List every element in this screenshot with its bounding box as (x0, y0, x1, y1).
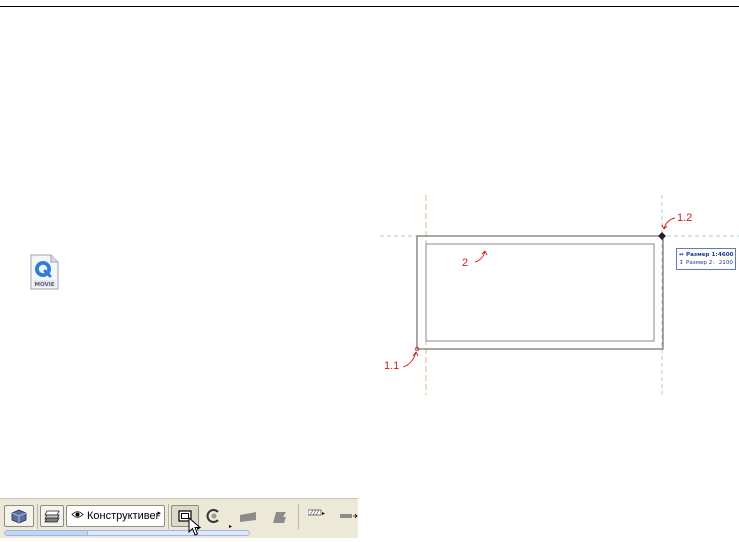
toolbar-scrollbar[interactable] (4, 530, 250, 536)
callout-label-1-1: 1.1 (384, 360, 400, 372)
quicktime-movie-icon[interactable]: MOVIE (28, 254, 60, 290)
layers-button[interactable] (40, 505, 64, 527)
layers-icon (44, 510, 60, 523)
callout-label-1-2: 1.2 (677, 212, 693, 224)
layer-combo[interactable]: Конструктивен... ▸ (66, 505, 165, 527)
horizontal-arrow-icon: ↔ (679, 252, 684, 258)
toolbar-separator (37, 504, 38, 529)
wall-corner-icon[interactable] (272, 512, 286, 523)
toolbar-separator (298, 504, 299, 529)
movie-file-caption: MOVIE (34, 282, 54, 288)
toolbar: Конструктивен... ▸ ▸ ▸ ▸ (0, 498, 358, 538)
scrollbar-thumb[interactable] (5, 531, 88, 535)
3d-box-icon (11, 509, 27, 524)
corner-point-1-2[interactable] (658, 232, 666, 240)
dimension-tracker: ↔ Размер 1: 4600 ↕ Размер 2: 2100 (676, 248, 736, 270)
line-type-icon[interactable] (340, 513, 358, 519)
dimension-1-value: 4600 (718, 252, 734, 258)
rotate-geometry-icon[interactable] (206, 508, 222, 524)
dropdown-arrow-icon: ▸ (322, 511, 326, 517)
layer-combo-label: Конструктивен... (87, 510, 160, 522)
wall-outer-rectangle[interactable] (416, 235, 664, 350)
wall-segment-icon[interactable] (240, 512, 256, 522)
triangle-right-icon: ▸ (157, 510, 161, 517)
toolbar-separator (168, 504, 169, 529)
3d-box-button[interactable] (4, 505, 34, 527)
mouse-cursor-icon (188, 517, 202, 536)
top-rule (0, 6, 739, 7)
dropdown-arrow-icon: ▸ (229, 524, 233, 530)
dimension-row-2: ↕ Размер 2: 2100 (679, 259, 733, 267)
wall-inner-rectangle[interactable] (425, 243, 655, 342)
dimension-1-label: Размер 1: (686, 252, 718, 258)
eye-icon (71, 510, 85, 522)
dimension-2-value: 2100 (718, 260, 733, 266)
dimension-row-1: ↔ Размер 1: 4600 (679, 251, 734, 259)
vertical-arrow-icon: ↕ (679, 260, 684, 266)
dimension-2-label: Размер 2: (686, 260, 715, 266)
drawing-canvas[interactable] (380, 195, 739, 395)
callout-label-2: 2 (462, 257, 469, 269)
